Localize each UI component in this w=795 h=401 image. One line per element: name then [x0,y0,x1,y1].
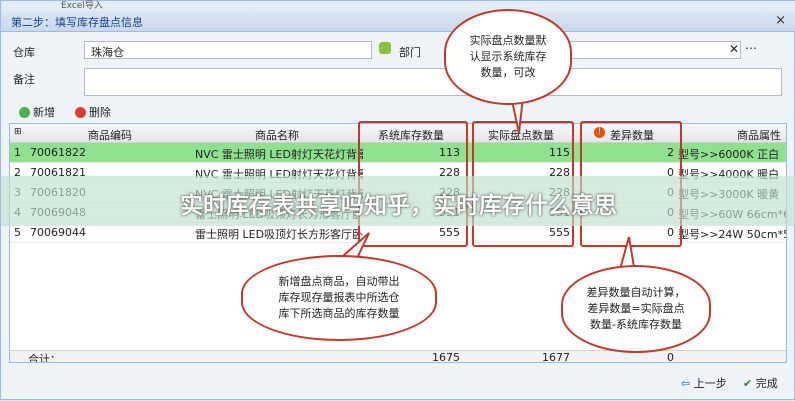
prev-label: 上一步 [693,377,727,390]
finish-button[interactable]: ✔ 完成 [743,375,778,391]
inventory-window: Excel导入 第二步：填写库存盘点信息 × 仓库 珠海仓 部门 ✕ ⋯ 备注 … [0,0,795,400]
callout-new-item-text: 新增盘点商品，自动带出 库存现存量报表中所选仓 库下所选商品的库存数量 [278,275,400,320]
callout-actual-count: 实际盘点数量默 认显示系统库存 数量，可改 [444,9,572,105]
callout-new-item: 新增盘点商品，自动带出 库存现存量报表中所选仓 库下所选商品的库存数量 [241,255,437,341]
prev-button[interactable]: ⇦ 上一步 [681,375,727,391]
title-banner: 实时库存表共享吗知乎，实时库存什么意思 [1,176,795,226]
window-footer: ⇦ 上一步 ✔ 完成 [1,369,795,401]
banner-text: 实时库存表共享吗知乎，实时库存什么意思 [180,193,617,219]
callout-actual-count-text: 实际盘点数量默 认显示系统库存 数量，可改 [469,34,547,79]
callout-diff-auto: 差异数量自动计算， 差异数量=实际盘点 数量-系统库存数量 [561,265,711,353]
callout-diff-auto-text: 差异数量自动计算， 差异数量=实际盘点 数量-系统库存数量 [586,286,686,331]
arrow-left-icon: ⇦ [681,377,691,390]
finish-label: 完成 [755,377,778,390]
check-icon: ✔ [743,377,753,390]
